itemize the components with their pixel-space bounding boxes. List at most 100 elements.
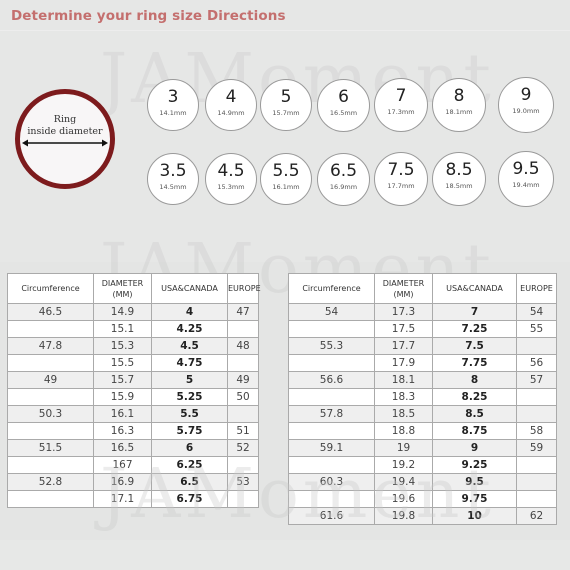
table-row: 18.8 8.75 58 <box>288 422 557 440</box>
circumference-cell: 55.3 <box>288 337 375 355</box>
europe-size-cell: 50 <box>227 388 259 406</box>
ring-size-number: 4.5 <box>217 161 245 181</box>
ring-size-circle: 3 14.1mm <box>147 79 199 131</box>
table-row: 19.2 9.25 <box>288 456 557 474</box>
ring-label-line1: Ring <box>53 114 77 125</box>
table-row: 18.3 8.25 <box>288 388 557 406</box>
europe-size-cell: 48 <box>227 337 259 355</box>
europe-size-cell: 55 <box>516 320 557 338</box>
usa-canada-size-cell: 6.5 <box>151 473 228 491</box>
ring-size-diameter: 18.1mm <box>445 108 473 116</box>
ring-size-circle: 8 18.1mm <box>432 78 486 132</box>
diameter-cell: 19.8 <box>374 507 433 525</box>
europe-size-cell: 51 <box>227 422 259 440</box>
ring-size-number: 9 <box>520 85 532 105</box>
table-row: 61.6 19.8 10 62 <box>288 507 557 525</box>
europe-size-cell <box>227 320 259 338</box>
circumference-cell: 60.3 <box>288 473 375 491</box>
ring-size-circle: 9.5 19.4mm <box>498 151 554 207</box>
circumference-cell: 50.3 <box>7 405 94 423</box>
diameter-cell: 17.3 <box>374 303 433 321</box>
footer-band <box>0 540 570 570</box>
ring-size-circle: 5.5 16.1mm <box>260 153 312 205</box>
table-row: 47.8 15.3 4.5 48 <box>7 337 259 355</box>
usa-canada-size-cell: 9.25 <box>432 456 517 474</box>
circumference-cell: 51.5 <box>7 439 94 457</box>
ring-size-number: 8 <box>453 86 465 106</box>
usa-canada-size-cell: 6.25 <box>151 456 228 474</box>
ring-size-diameter: 19.4mm <box>512 181 540 189</box>
ring-size-number: 4 <box>225 87 237 107</box>
diameter-cell: 17.1 <box>93 490 152 508</box>
diameter-cell: 17.5 <box>374 320 433 338</box>
diameter-cell: 16.3 <box>93 422 152 440</box>
usa-canada-size-cell: 5.5 <box>151 405 228 423</box>
diameter-cell: 14.9 <box>93 303 152 321</box>
europe-size-cell: 47 <box>227 303 259 321</box>
table-row: 52.8 16.9 6.5 53 <box>7 473 259 491</box>
table-row: 15.1 4.25 <box>7 320 259 338</box>
table-row: 16.3 5.75 51 <box>7 422 259 440</box>
page-title: Determine your ring size Directions <box>11 8 286 24</box>
table-row: 17.9 7.75 56 <box>288 354 557 372</box>
europe-size-cell: 53 <box>227 473 259 491</box>
ring-size-diameter: 16.1mm <box>272 183 300 191</box>
diameter-cell: 17.9 <box>374 354 433 372</box>
header-europe: EUROPE <box>227 273 261 304</box>
table-row: 60.3 19.4 9.5 <box>288 473 557 491</box>
europe-size-cell: 52 <box>227 439 259 457</box>
europe-size-cell <box>516 456 557 474</box>
header-circumference: Circumference <box>7 273 94 304</box>
europe-size-cell <box>516 490 557 508</box>
circumference-cell: 54 <box>288 303 375 321</box>
ring-size-diameter: 16.9mm <box>329 182 358 191</box>
europe-size-cell <box>227 490 259 508</box>
circumference-cell: 56.6 <box>288 371 375 389</box>
usa-canada-size-cell: 7.25 <box>432 320 517 338</box>
europe-size-cell: 57 <box>516 371 557 389</box>
table-row: 17.5 7.25 55 <box>288 320 557 338</box>
europe-size-cell: 59 <box>516 439 557 457</box>
usa-canada-size-cell: 7.5 <box>432 337 517 355</box>
circumference-cell <box>288 354 375 372</box>
ring-size-diameter: 17.7mm <box>387 182 415 190</box>
usa-canada-size-cell: 4.5 <box>151 337 228 355</box>
ring-size-circle: 4.5 15.3mm <box>205 153 257 205</box>
usa-canada-size-cell: 9 <box>432 439 517 457</box>
diameter-cell: 19.2 <box>374 456 433 474</box>
diameter-cell: 16.1 <box>93 405 152 423</box>
diameter-cell: 18.8 <box>374 422 433 440</box>
header-usa-canada: USA&CANADA <box>432 273 517 304</box>
usa-canada-size-cell: 10 <box>432 507 517 525</box>
usa-canada-size-cell: 9.5 <box>432 473 517 491</box>
ring-size-number: 9.5 <box>512 159 540 179</box>
ring-size-circle: 3.5 14.5mm <box>147 153 199 205</box>
usa-canada-size-cell: 6 <box>151 439 228 457</box>
diameter-cell: 16.5 <box>93 439 152 457</box>
usa-canada-size-cell: 5.75 <box>151 422 228 440</box>
table-row: 51.5 16.5 6 52 <box>7 439 259 457</box>
table-row: 59.1 19 9 59 <box>288 439 557 457</box>
europe-size-cell: 54 <box>516 303 557 321</box>
europe-size-cell <box>516 337 557 355</box>
size-table-left: Circumference DIAMETER (MM) USA&CANADA EU… <box>7 273 261 508</box>
diameter-cell: 17.7 <box>374 337 433 355</box>
ring-size-number: 3 <box>167 87 179 107</box>
ring-size-circle: 5 15.7mm <box>260 79 312 131</box>
ring-size-circle: 7.5 17.7mm <box>374 152 428 206</box>
usa-canada-size-cell: 8.5 <box>432 405 517 423</box>
usa-canada-size-cell: 8.25 <box>432 388 517 406</box>
ring-size-diameter: 19.0mm <box>512 107 540 115</box>
usa-canada-size-cell: 4.75 <box>151 354 228 372</box>
usa-canada-size-cell: 4 <box>151 303 228 321</box>
ring-size-number: 5.5 <box>272 161 300 181</box>
circumference-cell: 52.8 <box>7 473 94 491</box>
table-row: 55.3 17.7 7.5 <box>288 337 557 355</box>
circumference-cell <box>7 422 94 440</box>
europe-size-cell: 49 <box>227 371 259 389</box>
table-row: 54 17.3 7 54 <box>288 303 557 321</box>
ring-size-circle: 7 17.3mm <box>374 78 428 132</box>
europe-size-cell <box>516 473 557 491</box>
ring-size-number: 6.5 <box>329 160 358 181</box>
diameter-cell: 167 <box>93 456 152 474</box>
